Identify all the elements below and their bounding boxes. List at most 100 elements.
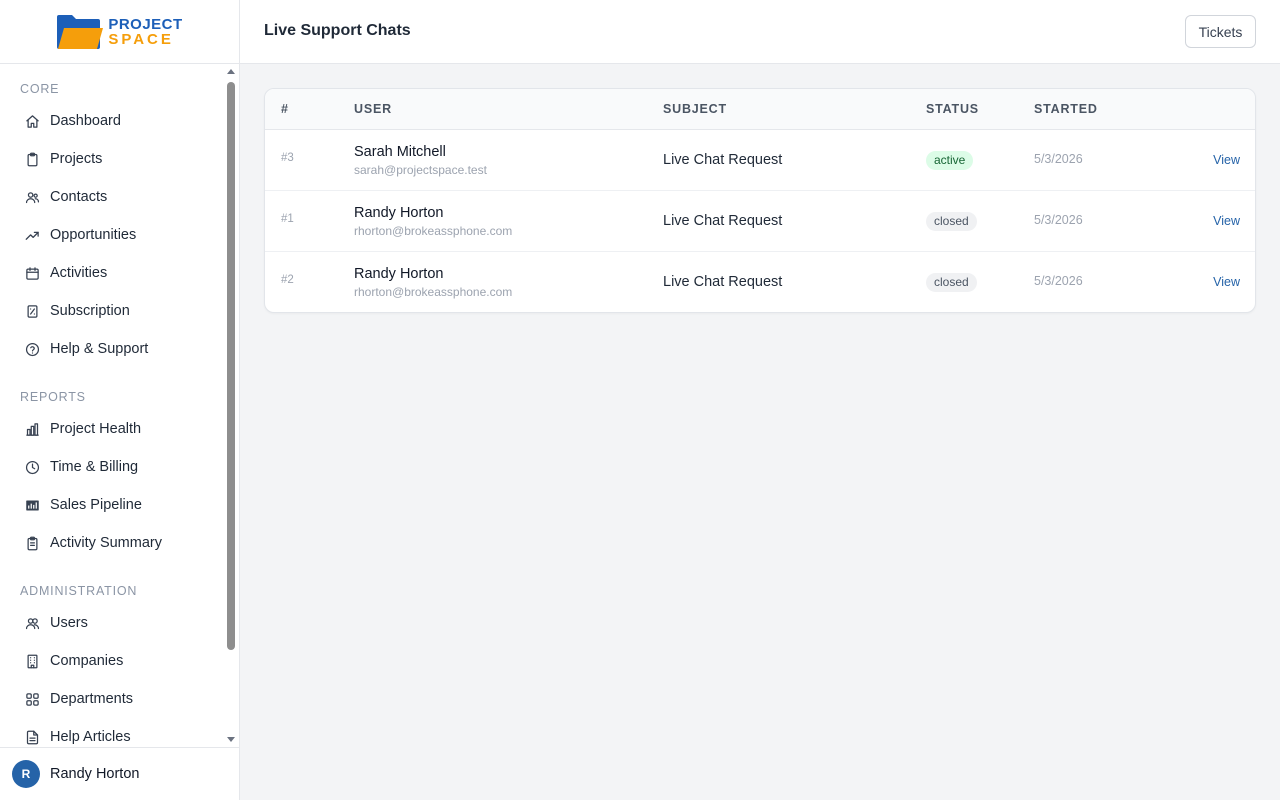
user-group-icon [24, 615, 40, 631]
view-link[interactable]: View [1213, 214, 1240, 228]
calendar-icon [24, 265, 40, 281]
sidebar-item-label: Help Articles [50, 729, 131, 745]
sidebar-item-contacts[interactable]: Contacts [0, 178, 240, 216]
sidebar-item-help-articles[interactable]: Help Articles [0, 718, 240, 747]
status-cell: closed [926, 273, 977, 292]
chats-table: # USER SUBJECT STATUS STARTED #3 Sarah M… [264, 88, 1256, 313]
folder-logo-icon [57, 14, 104, 49]
user-email: rhorton@brokeassphone.com [354, 285, 513, 299]
page-title: Live Support Chats [264, 22, 411, 39]
scrollbar-thumb[interactable] [227, 82, 235, 650]
grid-icon [24, 691, 40, 707]
status-badge: closed [926, 212, 977, 231]
status-badge: active [926, 151, 974, 170]
user-email: rhorton@brokeassphone.com [354, 224, 513, 238]
table-row[interactable]: #2 Randy Horton rhorton@brokeassphone.co… [265, 252, 1255, 312]
sidebar-item-label: Time & Billing [50, 459, 139, 475]
pipeline-icon [24, 497, 40, 513]
building-icon [24, 653, 40, 669]
help-circle-icon [24, 341, 40, 357]
sidebar-item-label: Projects [50, 151, 103, 167]
status-badge: closed [926, 273, 977, 292]
user-email: sarah@projectspace.test [354, 163, 487, 177]
status-cell: active [926, 151, 974, 170]
column-header-status: STATUS [926, 102, 979, 116]
user-name: Randy Horton [354, 205, 444, 221]
column-header-subject: SUBJECT [663, 102, 727, 116]
sidebar-item-label: Activity Summary [50, 535, 162, 551]
table-row[interactable]: #3 Sarah Mitchell sarah@projectspace.tes… [265, 130, 1255, 191]
chat-id: #3 [281, 152, 294, 164]
logo-bar: PROJECT SPACE [0, 0, 239, 64]
sidebar-item-project-health[interactable]: Project Health [0, 410, 240, 448]
sidebar-item-label: Project Health [50, 421, 142, 437]
tickets-button[interactable]: Tickets [1185, 15, 1256, 48]
user-name: Randy Horton [354, 266, 444, 282]
table-header: # USER SUBJECT STATUS STARTED [265, 89, 1255, 130]
brand-line-2: SPACE [108, 30, 174, 48]
topbar: Live Support Chats Tickets [240, 0, 1280, 64]
view-link[interactable]: View [1213, 275, 1240, 289]
sidebar-item-label: Companies [50, 653, 124, 669]
sidebar-item-label: Departments [50, 691, 134, 707]
sidebar-nav: CORE Dashboard Projects Contacts Opportu… [0, 64, 240, 747]
sidebar-item-sales-pipeline[interactable]: Sales Pipeline [0, 486, 240, 524]
sidebar-item-opportunities[interactable]: Opportunities [0, 216, 240, 254]
sidebar-item-projects[interactable]: Projects [0, 140, 240, 178]
current-user[interactable]: R Randy Horton [0, 747, 240, 800]
chat-subject: Live Chat Request [663, 274, 783, 290]
home-icon [24, 113, 40, 129]
avatar: R [12, 760, 40, 788]
sidebar-item-subscription[interactable]: Subscription [0, 292, 240, 330]
started-date: 5/3/2026 [1034, 152, 1083, 166]
sidebar-item-activities[interactable]: Activities [0, 254, 240, 292]
trending-up-icon [24, 227, 40, 243]
chat-id: #2 [281, 274, 294, 286]
user-name: Randy Horton [50, 766, 140, 782]
scroll-up-arrow-icon[interactable] [227, 69, 235, 74]
receipt-icon [24, 303, 40, 319]
view-link[interactable]: View [1213, 153, 1240, 167]
section-title-core: CORE [20, 82, 60, 96]
sidebar-item-label: Users [50, 615, 88, 631]
brand-logo[interactable]: PROJECT SPACE [56, 14, 182, 50]
sidebar-item-dashboard[interactable]: Dashboard [0, 102, 240, 140]
sidebar-item-label: Dashboard [50, 113, 121, 129]
sidebar-item-label: Help & Support [50, 341, 149, 357]
column-header-started: STARTED [1034, 102, 1098, 116]
brand-line-1: PROJECT [108, 15, 183, 33]
chat-subject: Live Chat Request [663, 152, 783, 168]
bar-chart-icon [24, 421, 40, 437]
sidebar-item-activity-summary[interactable]: Activity Summary [0, 524, 240, 562]
user-name: Sarah Mitchell [354, 144, 446, 160]
sidebar-scrollbar[interactable] [226, 64, 236, 747]
section-title-reports: REPORTS [20, 390, 86, 404]
clipboard-list-icon [24, 535, 40, 551]
status-cell: closed [926, 212, 977, 231]
clock-icon [24, 459, 40, 475]
users-icon [24, 189, 40, 205]
sidebar: PROJECT SPACE CORE Dashboard Projects Co… [0, 0, 240, 800]
section-title-administration: ADMINISTRATION [20, 584, 138, 598]
sidebar-item-label: Sales Pipeline [50, 497, 142, 513]
column-header-user: USER [354, 102, 392, 116]
scroll-down-arrow-icon[interactable] [227, 737, 235, 742]
started-date: 5/3/2026 [1034, 274, 1083, 288]
sidebar-item-label: Activities [50, 265, 108, 281]
chat-id: #1 [281, 213, 294, 225]
sidebar-item-label: Opportunities [50, 227, 137, 243]
clipboard-icon [24, 151, 40, 167]
document-icon [24, 729, 40, 745]
started-date: 5/3/2026 [1034, 213, 1083, 227]
table-row[interactable]: #1 Randy Horton rhorton@brokeassphone.co… [265, 191, 1255, 252]
sidebar-item-departments[interactable]: Departments [0, 680, 240, 718]
sidebar-item-label: Contacts [50, 189, 108, 205]
sidebar-item-help-support[interactable]: Help & Support [0, 330, 240, 368]
sidebar-item-users[interactable]: Users [0, 604, 240, 642]
sidebar-item-label: Subscription [50, 303, 130, 319]
app-root: PROJECT SPACE CORE Dashboard Projects Co… [0, 0, 1280, 800]
column-header-id: # [281, 102, 289, 116]
chat-subject: Live Chat Request [663, 213, 783, 229]
sidebar-item-companies[interactable]: Companies [0, 642, 240, 680]
sidebar-item-time-billing[interactable]: Time & Billing [0, 448, 240, 486]
